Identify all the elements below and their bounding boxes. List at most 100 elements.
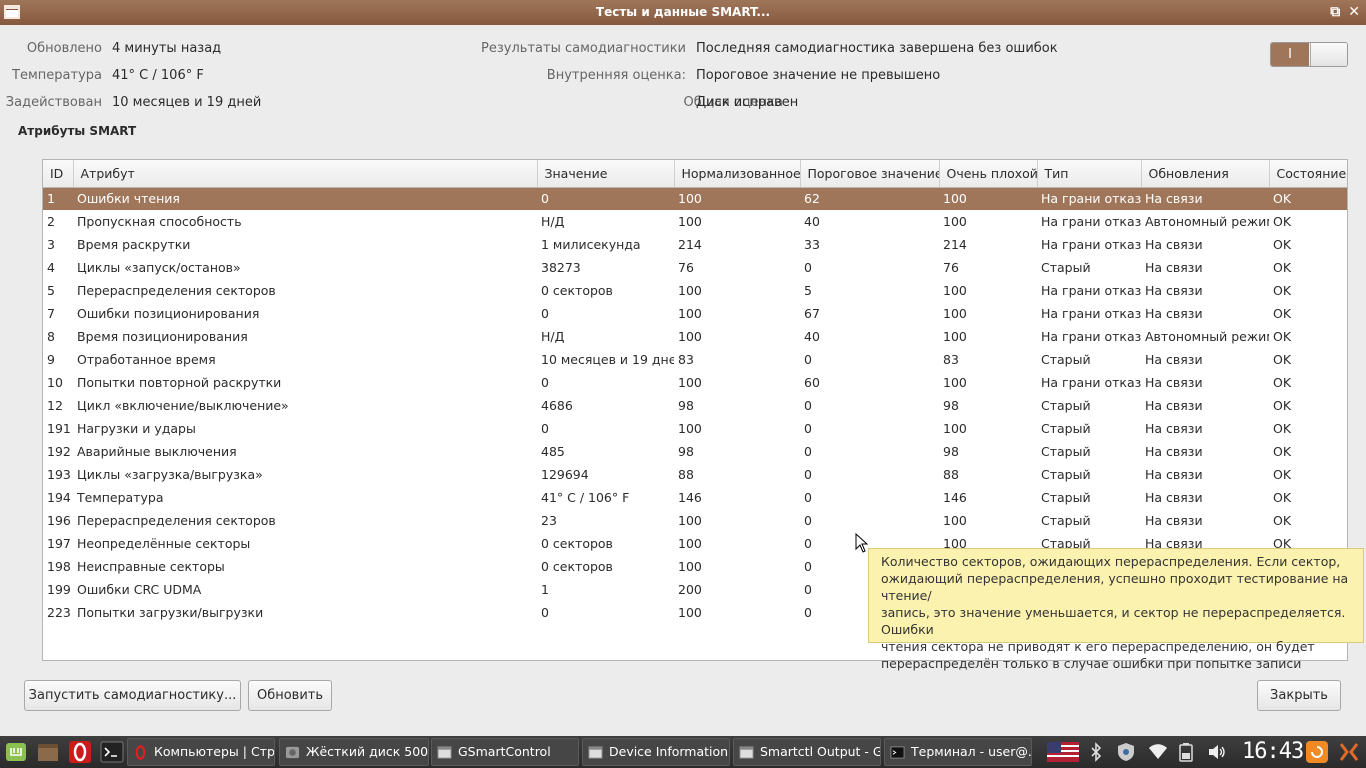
table-row[interactable]: 193 Циклы «загрузка/выгрузка» 129694 88 0 88 С… xyxy=(43,463,1347,486)
wifi-icon[interactable] xyxy=(1148,742,1168,762)
cell-value: 0 xyxy=(541,375,549,390)
smart-toggle-switch[interactable]: I xyxy=(1270,42,1348,67)
column-header-type[interactable]: Тип xyxy=(1037,160,1142,188)
cell-worst: 100 xyxy=(943,513,967,528)
column-header-normalized[interactable]: Нормализованное xyxy=(674,160,801,188)
shield-icon[interactable] xyxy=(1116,742,1136,762)
close-icon[interactable]: ✕ xyxy=(1348,0,1360,25)
table-row[interactable]: 10 Попытки повторной раскрутки 0 100 60 100 На… xyxy=(43,371,1347,394)
cell-threshold: 0 xyxy=(804,444,812,459)
cell-worst: 83 xyxy=(943,352,959,367)
refresh-button[interactable]: Обновить xyxy=(248,680,332,711)
terminal-launcher-icon[interactable] xyxy=(100,740,124,764)
run-selftest-button[interactable]: Запустить самодиагностику... xyxy=(24,680,241,711)
table-row[interactable]: 8 Время позиционирования Н/Д 100 40 100 На гра… xyxy=(43,325,1347,348)
column-header-value[interactable]: Значение xyxy=(537,160,675,188)
column-header-updates[interactable]: Обновления xyxy=(1141,160,1270,188)
table-row[interactable]: 192 Аварийные выключения 485 98 0 98 Старый На … xyxy=(43,440,1347,463)
task-gsmartcontrol[interactable]: GSmartControl xyxy=(431,738,579,766)
cell-value: 41° C / 106° F xyxy=(541,490,630,505)
terminal-icon xyxy=(890,746,905,759)
cell-id: 10 xyxy=(47,375,63,390)
table-row[interactable]: 9 Отработанное время 10 месяцев и 19 дней 8… xyxy=(43,348,1347,371)
window-menu-icon[interactable] xyxy=(4,5,20,19)
bluetooth-icon[interactable] xyxy=(1088,742,1104,762)
cell-type: Старый xyxy=(1041,513,1091,528)
column-header-threshold[interactable]: Пороговое значение xyxy=(800,160,940,188)
toggle-knob[interactable] xyxy=(1310,43,1347,66)
cell-id: 7 xyxy=(47,306,55,321)
cell-threshold: 60 xyxy=(804,375,820,390)
file-manager-icon[interactable] xyxy=(36,740,60,764)
cell-id: 2 xyxy=(47,214,55,229)
cell-worst: 100 xyxy=(943,421,967,436)
column-header-status[interactable]: Состояние xyxy=(1269,160,1347,188)
cell-attribute: Пропускная способность xyxy=(77,214,242,229)
cell-updates: На связи xyxy=(1145,513,1203,528)
mint-menu-icon[interactable] xyxy=(4,740,28,764)
cell-worst: 146 xyxy=(943,490,967,505)
cell-type: На грани отказа xyxy=(1041,237,1141,252)
table-row[interactable]: 3 Время раскрутки 1 милисекунда 214 33 214 На … xyxy=(43,233,1347,256)
cell-threshold: 0 xyxy=(804,421,812,436)
table-row[interactable]: 1 Ошибки чтения 0 100 62 100 На грани отказа На… xyxy=(43,187,1347,210)
cell-updates: На связи xyxy=(1145,421,1203,436)
cell-attribute: Ошибки чтения xyxy=(73,187,537,210)
tooltip-line: ожидающий перераспределения, успешно про… xyxy=(881,571,1349,603)
column-header-worst[interactable]: Очень плохой xyxy=(939,160,1038,188)
cell-type: На грани отказа xyxy=(1041,214,1141,229)
show-desktop-icon[interactable] xyxy=(1338,741,1360,763)
cell-worst: 100 xyxy=(943,214,967,229)
cell-id: 8 xyxy=(47,329,55,344)
cell-status: OK xyxy=(1273,214,1292,229)
cell-attribute: Циклы «загрузка/выгрузка» xyxy=(77,467,263,482)
cell-attribute: Попытки загрузки/выгрузки xyxy=(77,605,264,620)
table-row[interactable]: 4 Циклы «запуск/останов» 38273 76 0 76 Старый Н… xyxy=(43,256,1347,279)
cell-value: 1 милисекунда xyxy=(541,237,641,252)
clock[interactable]: 16:43 xyxy=(1242,738,1304,766)
task-smartctl-output[interactable]: Smartctl Output - G... xyxy=(733,738,881,766)
cell-threshold: 0 xyxy=(804,352,812,367)
cell-attribute: Циклы «запуск/останов» xyxy=(77,260,241,275)
keyboard-layout-flag-icon[interactable] xyxy=(1047,742,1079,762)
cell-id: 191 xyxy=(47,421,71,436)
selftest-value: Последняя самодиагностика завершена без … xyxy=(696,41,1058,56)
task-label: GSmartControl xyxy=(458,744,551,759)
cell-updates: На связи xyxy=(1145,375,1203,390)
window-titlebar[interactable]: Тесты и данные SMART... ⧉ ✕ xyxy=(0,0,1366,25)
table-row[interactable]: 12 Цикл «включение/выключение» 4686 98 0 98 Ст… xyxy=(43,394,1347,417)
restore-icon[interactable]: ⧉ xyxy=(1330,0,1340,25)
cell-normalized: 100 xyxy=(674,187,800,210)
cell-updates: На связи xyxy=(1145,260,1203,275)
window-icon xyxy=(588,746,603,759)
column-header-attribute[interactable]: Атрибут xyxy=(73,160,538,188)
cell-id: 194 xyxy=(47,490,71,505)
table-header-row: ID Атрибут Значение Нормализованное Поро… xyxy=(43,160,1347,188)
table-row[interactable]: 5 Перераспределения секторов 0 секторов 100… xyxy=(43,279,1347,302)
cell-normalized: 100 xyxy=(678,536,702,551)
battery-icon[interactable] xyxy=(1177,742,1195,762)
table-row[interactable]: 2 Пропускная способность Н/Д 100 40 100 На гра… xyxy=(43,210,1347,233)
close-button[interactable]: Закрыть xyxy=(1257,680,1341,711)
cell-id: 1 xyxy=(43,187,73,210)
table-row[interactable]: 194 Температура 41° C / 106° F 146 0 146 Стары… xyxy=(43,486,1347,509)
table-row[interactable]: 7 Ошибки позиционирования 0 100 67 100 На гран… xyxy=(43,302,1347,325)
cell-updates: Автономный режим xyxy=(1145,214,1269,229)
task-opera[interactable]: Компьютеры | Стр... xyxy=(127,738,275,766)
cell-attribute: Попытки повторной раскрутки xyxy=(77,375,282,390)
table-row[interactable]: 191 Нагрузки и удары 0 100 0 100 Старый На связ… xyxy=(43,417,1347,440)
update-manager-icon[interactable] xyxy=(1306,741,1328,763)
column-header-id[interactable]: ID xyxy=(43,160,74,188)
window-icon xyxy=(739,746,754,759)
cell-attribute: Отработанное время xyxy=(77,352,216,367)
task-hard-disk[interactable]: Жёсткий диск 500 ГБ xyxy=(279,738,429,766)
opera-launcher-icon[interactable] xyxy=(68,740,92,764)
cell-type: На грани отказа xyxy=(1041,306,1141,321)
cell-value: 23 xyxy=(541,513,557,528)
table-row[interactable]: 196 Перераспределения секторов 23 100 0 100 Ст… xyxy=(43,509,1347,532)
volume-icon[interactable] xyxy=(1207,742,1227,762)
task-terminal[interactable]: Терминал - user@... xyxy=(884,738,1032,766)
cell-worst: 100 xyxy=(939,187,1037,210)
task-device-information[interactable]: Device Information ... xyxy=(582,738,730,766)
window-icon xyxy=(437,746,452,759)
